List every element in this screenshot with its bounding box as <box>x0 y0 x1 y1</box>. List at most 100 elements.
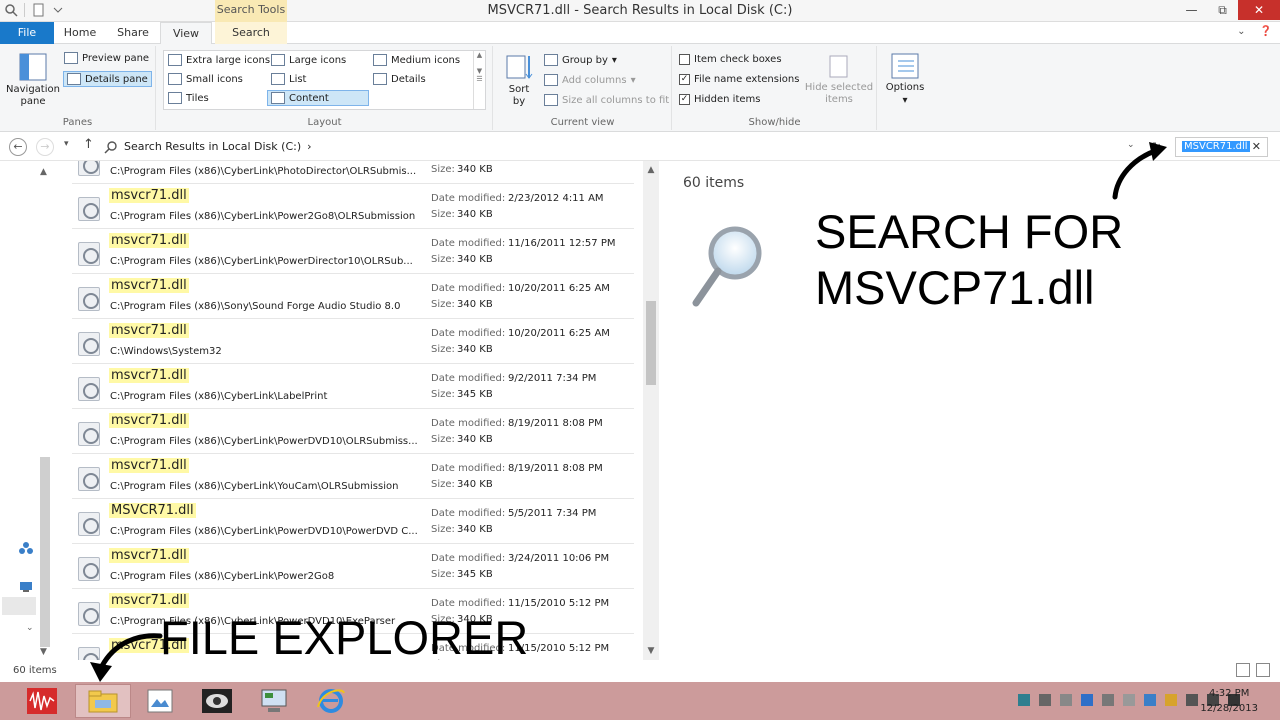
taskbar-photo-viewer[interactable] <box>132 684 188 718</box>
taskbar-clock[interactable]: 4:32 PM 12/28/2013 <box>1200 686 1258 716</box>
tab-file[interactable]: File <box>0 22 54 44</box>
file-name-extensions-toggle[interactable]: ✓ File name extensions <box>679 74 799 85</box>
ribbon-help-controls: ⌄ ❓ <box>1237 26 1272 37</box>
panes-group: Navigation pane Preview pane Details pan… <box>0 46 156 130</box>
clear-search-icon[interactable]: ✕ <box>1252 140 1261 153</box>
navigation-pane[interactable]: ▲ ⌄ ▼ <box>0 161 58 660</box>
hidden-items-checkbox[interactable]: ✓ <box>679 94 690 105</box>
close-button[interactable]: ✕ <box>1238 0 1280 20</box>
file-explorer-icon <box>88 690 118 713</box>
layout-item-label: Small icons <box>186 73 243 85</box>
chevron-down-icon: ▾ <box>630 74 636 86</box>
tray-battery-icon[interactable] <box>1123 694 1135 706</box>
tray-network-icon[interactable] <box>1018 694 1030 706</box>
layout-gallery-scroll[interactable]: ▲ ▼ ☰ <box>473 51 485 109</box>
photo-viewer-icon <box>147 689 173 713</box>
nav-scrollbar[interactable] <box>38 169 52 657</box>
tray-network-status-icon[interactable] <box>1186 694 1198 706</box>
tray-monitor-icon[interactable] <box>1039 694 1051 706</box>
tray-flag-icon[interactable] <box>1165 694 1177 706</box>
layout-tiles[interactable]: Tiles <box>168 92 209 104</box>
tab-view[interactable]: View <box>160 22 212 45</box>
taskbar-network-manager[interactable] <box>246 684 302 718</box>
file-row[interactable]: msvcr71.dll C:\Program Files (x86)\CyberL… <box>72 454 634 499</box>
nav-expand-chevron-icon[interactable]: ⌄ <box>26 623 34 633</box>
address-bar[interactable]: Search Results in Local Disk (C:) › <box>104 137 1146 157</box>
tray-snowflake-icon[interactable] <box>1081 694 1093 706</box>
layout-medium-icons[interactable]: Medium icons <box>373 54 460 66</box>
search-input[interactable]: MSVCR71.dll ✕ <box>1175 137 1268 157</box>
layout-details[interactable]: Details <box>373 73 426 85</box>
sort-by-button[interactable]: Sort by <box>502 52 536 108</box>
up-arrow-icon[interactable]: ↑ <box>83 137 94 152</box>
nav-scroll-thumb[interactable] <box>40 457 50 647</box>
file-row[interactable]: msvcr71.dll C:\Program Files (x86)\CyberL… <box>72 184 634 229</box>
forward-button[interactable]: → <box>36 138 54 156</box>
back-button[interactable]: ← <box>9 138 27 156</box>
taskbar-file-explorer[interactable] <box>75 684 131 718</box>
file-row[interactable]: msvcr71.dll C:\Program Files (x86)\CyberL… <box>72 229 634 274</box>
layout-list[interactable]: List <box>271 73 306 85</box>
window-title: MSVCR71.dll - Search Results in Local Di… <box>487 3 793 18</box>
file-row[interactable]: msvcr71.dll C:\Program Files (x86)\Sony\S… <box>72 274 634 319</box>
details-view-icon[interactable] <box>1236 663 1250 677</box>
tab-search[interactable]: Search <box>215 22 287 44</box>
results-scroll-thumb[interactable] <box>646 301 656 385</box>
file-name: msvcr71.dll <box>109 278 189 293</box>
nav-scroll-down-icon[interactable]: ▼ <box>40 647 47 657</box>
layout-extra-large-icons[interactable]: Extra large icons <box>168 54 270 66</box>
tab-share[interactable]: Share <box>110 22 156 44</box>
navigation-pane-button[interactable]: Navigation pane <box>6 52 60 108</box>
tray-app-icon[interactable] <box>1144 694 1156 706</box>
recent-locations-icon[interactable]: ▾ <box>64 139 69 149</box>
add-columns-icon <box>544 74 558 86</box>
preview-pane-button[interactable]: Preview pane <box>64 52 149 64</box>
file-row[interactable]: msvcr71.dll C:\Program Files (x86)\CyberL… <box>72 544 634 589</box>
layout-content[interactable]: Content <box>267 90 369 106</box>
group-by-button[interactable]: Group by ▾ <box>544 54 617 66</box>
layout-small-icons[interactable]: Small icons <box>168 73 243 85</box>
scroll-down-icon[interactable]: ▼ <box>643 646 659 656</box>
maximize-button[interactable]: ⧉ <box>1207 0 1238 20</box>
file-row[interactable]: C:\Program Files (x86)\CyberLink\PhotoDi… <box>72 161 634 184</box>
file-name: msvcr71.dll <box>109 323 189 338</box>
taskbar-audio-editor[interactable] <box>14 684 70 718</box>
layout-gallery: Extra large icons Large icons Medium ico… <box>163 50 486 110</box>
tray-device-icon[interactable] <box>1060 694 1072 706</box>
file-name-extensions-checkbox[interactable]: ✓ <box>679 74 690 85</box>
large-icons-view-icon[interactable] <box>1256 663 1270 677</box>
tray-signal-icon[interactable] <box>1102 694 1114 706</box>
network-icon[interactable] <box>19 541 33 555</box>
taskbar-internet-explorer[interactable] <box>303 684 359 718</box>
hide-selected-items-button[interactable]: Hide selected items <box>805 54 873 106</box>
breadcrumb[interactable]: Search Results in Local Disk (C:) <box>124 137 301 157</box>
file-row[interactable]: msvcr71.dll C:\Program Files (x86)\CyberL… <box>72 409 634 454</box>
minimize-ribbon-icon[interactable]: ⌄ <box>1237 26 1245 37</box>
breadcrumb-chevron-icon[interactable]: › <box>307 137 311 157</box>
item-check-boxes-toggle[interactable]: Item check boxes <box>679 54 782 65</box>
layout-item-label: Tiles <box>186 92 209 104</box>
size-label: Size: <box>431 389 455 400</box>
file-row[interactable]: msvcr71.dll C:\Windows\System32 Date modif… <box>72 319 634 364</box>
add-columns-button[interactable]: Add columns ▾ <box>544 74 636 86</box>
size-all-columns-button[interactable]: Size all columns to fit <box>544 94 669 106</box>
nav-item-selected[interactable] <box>2 597 36 615</box>
scroll-up-icon[interactable]: ▲ <box>643 165 659 175</box>
file-row[interactable]: MSVCR71.dll C:\Program Files (x86)\CyberL… <box>72 499 634 544</box>
help-icon[interactable]: ❓ <box>1260 26 1272 37</box>
options-button[interactable]: Options ▾ <box>884 52 926 106</box>
search-results-list[interactable]: C:\Program Files (x86)\CyberLink\PhotoDi… <box>72 161 634 660</box>
minimize-button[interactable]: — <box>1176 0 1207 20</box>
results-scrollbar[interactable]: ▲ ▼ <box>643 161 659 660</box>
item-check-boxes-checkbox[interactable] <box>679 54 690 65</box>
computer-icon[interactable] <box>19 581 33 593</box>
tab-home[interactable]: Home <box>57 22 103 44</box>
hidden-items-toggle[interactable]: ✓ Hidden items <box>679 94 760 105</box>
file-name: msvcr71.dll <box>109 188 189 203</box>
view-switcher <box>1236 663 1270 677</box>
taskbar-eye-app[interactable] <box>189 684 245 718</box>
layout-large-icons[interactable]: Large icons <box>271 54 346 66</box>
file-row[interactable]: msvcr71.dll C:\Program Files (x86)\CyberL… <box>72 364 634 409</box>
extra-large-icons-icon <box>168 54 182 66</box>
details-pane-button[interactable]: Details pane <box>63 71 152 87</box>
